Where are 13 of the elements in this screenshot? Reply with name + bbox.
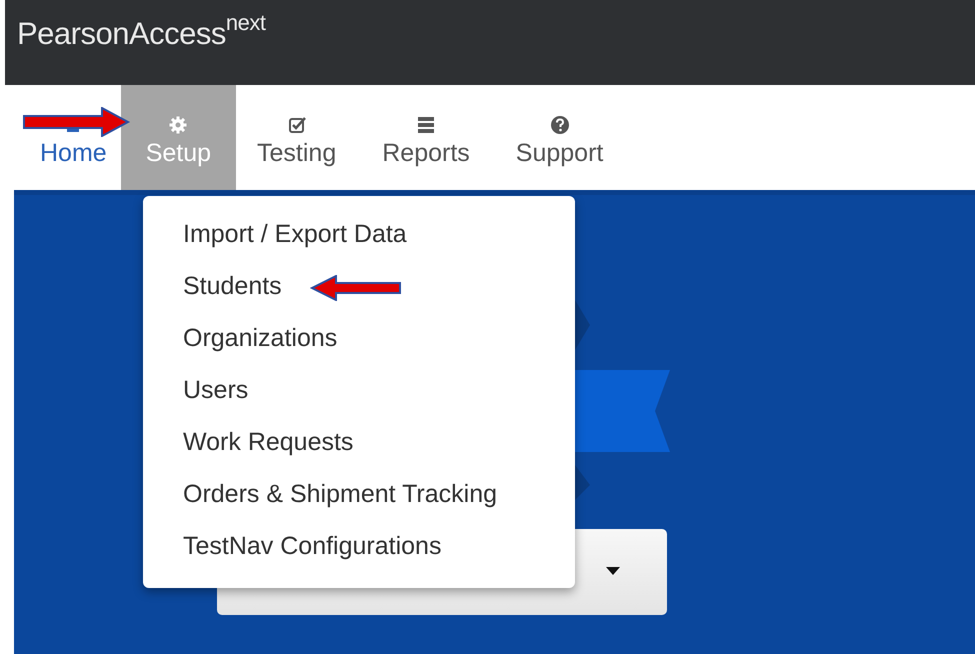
menu-item[interactable]: Organizations — [143, 318, 575, 370]
server-icon — [416, 115, 436, 135]
checkbox-icon — [286, 115, 307, 135]
menu-item[interactable]: Import / Export Data — [143, 214, 575, 266]
help-icon — [550, 115, 570, 135]
menu-item[interactable]: Orders & Shipment Tracking — [143, 474, 575, 526]
caret-icon — [606, 567, 620, 575]
menu-item[interactable]: TestNav Configurations — [143, 526, 575, 578]
brand-logo[interactable]: PearsonAccess$^{next}$ — [17, 16, 266, 51]
gear-icon — [168, 115, 188, 135]
menu-item[interactable]: Users — [143, 370, 575, 422]
menu-item[interactable]: Students — [143, 266, 575, 318]
menu-item[interactable]: Work Requests — [143, 422, 575, 474]
